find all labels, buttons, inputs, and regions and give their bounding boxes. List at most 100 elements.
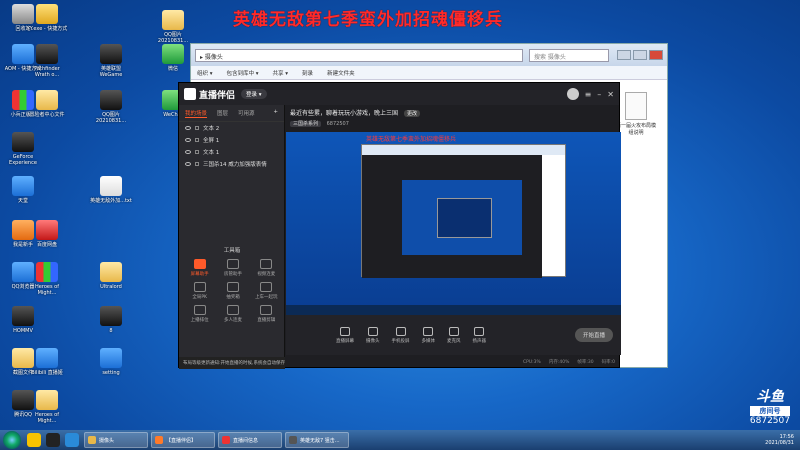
tool-item[interactable]: 全局PK (183, 282, 216, 300)
desktop-icon[interactable]: Pathfinder Wrath o... (26, 44, 68, 78)
file-item[interactable]: 新一届火攻布局模组说明 (615, 92, 657, 136)
system-tray[interactable]: 17:56 2021/08/31 (765, 434, 794, 446)
app-sidebar: 我的场景 图层 可用源 + 文本 2 全屏 1 文本 1 三国杀14 威力加强版… (179, 105, 285, 369)
taskbar-item[interactable]: 英雄无敌7 狙击... (285, 432, 349, 448)
minimize-icon[interactable]: – (597, 90, 601, 99)
login-button[interactable]: 登录 ▾ (241, 89, 267, 99)
control-button[interactable]: 直播屏幕 (336, 326, 354, 344)
tab-scenes[interactable]: 我的场景 (185, 109, 208, 118)
search-input[interactable]: 搜索 摄像头 (529, 48, 609, 62)
shortcut-icon (100, 176, 122, 196)
tool-label: 视频连麦 (257, 272, 276, 277)
menu-include-library[interactable]: 包含到库中 ▾ (227, 69, 259, 77)
control-button[interactable]: 多媒体 (422, 326, 435, 344)
source-item[interactable]: 文本 1 (179, 146, 284, 158)
tool-item[interactable]: 抽奖箱 (216, 282, 249, 300)
taskbar-item[interactable]: 摄像头 (84, 432, 148, 448)
tool-item[interactable]: 屏幕助手 (183, 259, 216, 277)
lock-icon[interactable] (195, 150, 199, 154)
shortcut-icon (36, 390, 58, 410)
control-button[interactable]: 麦克风 (447, 326, 461, 344)
lock-icon[interactable] (195, 138, 199, 142)
lock-icon[interactable] (195, 162, 199, 166)
tool-icon (260, 282, 273, 292)
eye-icon[interactable] (185, 126, 191, 130)
tool-item[interactable]: 上车一起玩 (250, 282, 283, 300)
desktop-icon-label: QQ图片20210831... (95, 112, 127, 124)
start-button[interactable] (3, 431, 21, 449)
desktop-icon[interactable]: Bilibili 直播姬 (26, 348, 68, 376)
desktop-icon-label: 冒险者中心文件 (29, 112, 65, 118)
tool-label: 全局PK (192, 295, 207, 300)
desktop-icon[interactable]: 微信 (152, 44, 194, 72)
maximize-button[interactable] (633, 50, 647, 60)
tool-label: 屏幕助手 (190, 272, 209, 277)
source-item[interactable]: 全屏 1 (179, 134, 284, 146)
tool-item[interactable]: 直播剪辑 (250, 305, 283, 323)
shortcut-icon (162, 44, 184, 64)
control-button[interactable]: 手机投屏 (392, 326, 410, 344)
menu-burn[interactable]: 刻录 (302, 69, 313, 77)
app-topbar: 直播伴侣 登录 ▾ ≡ – ✕ (179, 83, 619, 105)
eye-icon[interactable] (185, 162, 191, 166)
app-logo: 直播伴侣 (184, 88, 235, 101)
tab-sources[interactable]: 可用源 (238, 109, 255, 118)
status-bar: CPU:3% 内存:40% 帧率:30 码率:0 (286, 355, 621, 369)
minimize-button[interactable] (617, 50, 631, 60)
desktop-icon[interactable]: 英雄无敌外加...txt (90, 176, 132, 204)
bitrate-status: 码率:0 (601, 360, 615, 365)
eye-icon[interactable] (185, 150, 191, 154)
tool-icon (193, 282, 206, 292)
taskbar-item[interactable]: 【直播伴侣】 (151, 432, 215, 448)
tool-item[interactable]: 多人连麦 (216, 305, 249, 323)
tool-item[interactable]: 上播排位 (183, 305, 216, 323)
stream-meta-row: 三国杀系列 6872507 (286, 117, 621, 130)
control-bar: 直播屏幕 摄像头 手机投屏 多媒体 麦克风 扬声器 开始直播 (286, 315, 621, 355)
game-icon (289, 436, 297, 444)
taskbar-item[interactable]: 直播间信息 (218, 432, 282, 448)
desktop-icon[interactable]: 英雄联盟WeGame (90, 44, 132, 78)
desktop-icon[interactable]: Heroes of Might... (26, 262, 68, 296)
address-bar[interactable]: ▸ 摄像头 (195, 48, 523, 62)
tab-layers[interactable]: 图层 (217, 109, 228, 118)
menu-organize[interactable]: 组织 ▾ (197, 69, 213, 77)
control-label: 直播屏幕 (336, 338, 354, 344)
desktop-icon[interactable]: QQ图片20210831... (152, 10, 194, 44)
desktop-icon[interactable]: QQ图片20210831... (90, 90, 132, 124)
source-item[interactable]: 三国杀14 威力加强版表情 (179, 158, 284, 170)
tool-item[interactable]: 房管助手 (216, 259, 249, 277)
ie-icon[interactable] (65, 433, 79, 447)
desktop-icon[interactable]: GeForce Experience (2, 132, 44, 166)
desktop-icon[interactable]: YY.exe - 快捷方式 (26, 4, 68, 32)
start-live-button[interactable]: 开始直播 (574, 328, 613, 342)
tool-icon (193, 259, 206, 269)
menu-new-folder[interactable]: 新建文件夹 (327, 69, 355, 77)
lock-icon[interactable] (195, 126, 199, 130)
avatar[interactable] (566, 88, 579, 100)
desktop-icon-label: YY.exe - 快捷方式 (26, 26, 68, 32)
brand-text: 斗鱼 (755, 389, 784, 405)
control-button[interactable]: 摄像头 (366, 326, 380, 344)
desktop-icon[interactable]: 天堂 (2, 176, 44, 204)
desktop-icon[interactable]: 百度网盘 (26, 220, 68, 248)
desktop-icon[interactable]: Ultralord (90, 262, 132, 290)
edit-title-button[interactable]: 更改 (403, 110, 420, 117)
close-button[interactable] (649, 50, 663, 60)
menu-share[interactable]: 共享 ▾ (273, 69, 289, 77)
yy-icon[interactable] (27, 433, 41, 447)
source-item[interactable]: 文本 2 (179, 122, 284, 134)
close-icon[interactable]: ✕ (607, 90, 614, 99)
control-icon (395, 326, 406, 336)
desktop-icon[interactable]: setting (90, 348, 132, 376)
qq-icon[interactable] (46, 433, 60, 447)
add-source-button[interactable]: + (273, 109, 278, 118)
desktop-icon[interactable]: HOMMV (2, 306, 44, 334)
desktop-icon[interactable]: Heroes of Might... (26, 390, 68, 424)
eye-icon[interactable] (185, 138, 191, 142)
category-chip[interactable]: 三国杀系列 (290, 121, 322, 127)
control-button[interactable]: 扬声器 (473, 326, 486, 344)
desktop-icon[interactable]: 8 (90, 306, 132, 334)
menu-icon[interactable]: ≡ (585, 90, 592, 99)
desktop-icon[interactable]: 冒险者中心文件 (26, 90, 68, 118)
tool-item[interactable]: 视频连麦 (250, 259, 283, 277)
